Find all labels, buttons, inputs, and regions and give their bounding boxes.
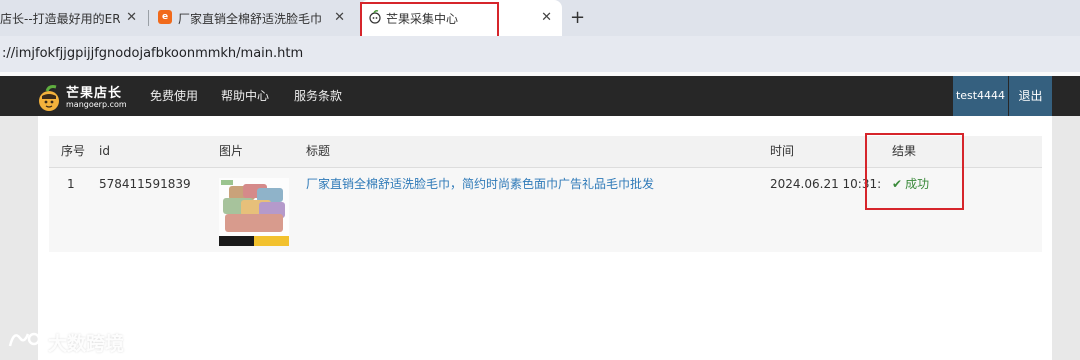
header-image: 图片	[219, 144, 244, 158]
new-tab-button[interactable]: +	[570, 8, 585, 28]
logo[interactable]: 芒果店长 mangoerp.com	[36, 78, 128, 114]
header-no: 序号	[61, 144, 86, 158]
table-header: 序号 id 图片 标题 时间 结果	[49, 136, 1042, 168]
close-icon[interactable]: ✕	[334, 10, 345, 25]
row-time: 2024.06.21 10:31:44	[770, 177, 880, 191]
tab-title: 芒果采集中心	[386, 11, 459, 26]
app-navbar: 芒果店长 mangoerp.com 免费使用 帮助中心 服务条款 test444…	[0, 76, 1080, 116]
row-no: 1	[67, 177, 75, 191]
nav-terms[interactable]: 服务条款	[294, 76, 342, 116]
header-id: id	[99, 144, 110, 158]
browser-tab-strip: 店长--打造最好用的ERP系统 ✕ e 厂家直销全棉舒适洗脸毛巾，简约时尚素色面…	[0, 0, 1080, 40]
mango-icon	[369, 10, 381, 24]
tab-title: 厂家直销全棉舒适洗脸毛巾，简约时尚素色面巾	[178, 11, 323, 26]
alibaba-icon: e	[158, 10, 172, 24]
towel-image	[219, 178, 289, 246]
header-result: 结果	[892, 144, 917, 158]
product-title-link[interactable]: 厂家直销全棉舒适洗脸毛巾，简约时尚素色面巾广告礼品毛巾批发	[306, 177, 654, 191]
url-field[interactable]: ://imjfokfjjgpijjfgnodojafbkoonmmkh/main…	[0, 36, 1080, 72]
logo-name: 芒果店长	[66, 86, 123, 101]
close-icon[interactable]: ✕	[126, 10, 137, 25]
product-thumbnail[interactable]	[219, 178, 289, 246]
watermark-text: 大数跨境	[48, 333, 125, 355]
watermark: 大数跨境	[8, 328, 124, 356]
tab-separator	[148, 10, 149, 26]
header-title: 标题	[306, 144, 331, 158]
nav-help-center[interactable]: 帮助中心	[221, 76, 269, 116]
mango-logo-icon	[39, 85, 59, 111]
nav-free-use[interactable]: 免费使用	[150, 76, 198, 116]
header-time: 时间	[770, 144, 795, 158]
logo-domain: mangoerp.com	[66, 100, 127, 109]
user-account[interactable]: test4444	[953, 76, 1008, 116]
check-icon: ✔	[892, 177, 903, 191]
tab-title: 店长--打造最好用的ERP系统	[0, 11, 120, 26]
watermark-logo-icon	[8, 328, 48, 355]
table-row: 1 578411591839 厂家直销全棉舒适洗脸毛巾，简约时尚素色面巾广告礼品…	[49, 168, 1042, 252]
close-icon[interactable]: ✕	[541, 10, 552, 25]
browser-tab-mango[interactable]: 芒果采集中心 ✕	[360, 0, 562, 36]
browser-tab-erp[interactable]: 店长--打造最好用的ERP系统 ✕	[0, 0, 147, 36]
address-bar: ://imjfokfjjgpijjfgnodojafbkoonmmkh/main…	[0, 36, 1080, 72]
browser-tab-product[interactable]: e 厂家直销全棉舒适洗脸毛巾，简约时尚素色面巾 ✕	[150, 0, 355, 36]
row-id: 578411591839	[99, 177, 191, 191]
result-label: 成功	[905, 177, 930, 191]
logout-button[interactable]: 退出	[1009, 76, 1052, 116]
result-status: ✔ 成功	[892, 177, 929, 191]
